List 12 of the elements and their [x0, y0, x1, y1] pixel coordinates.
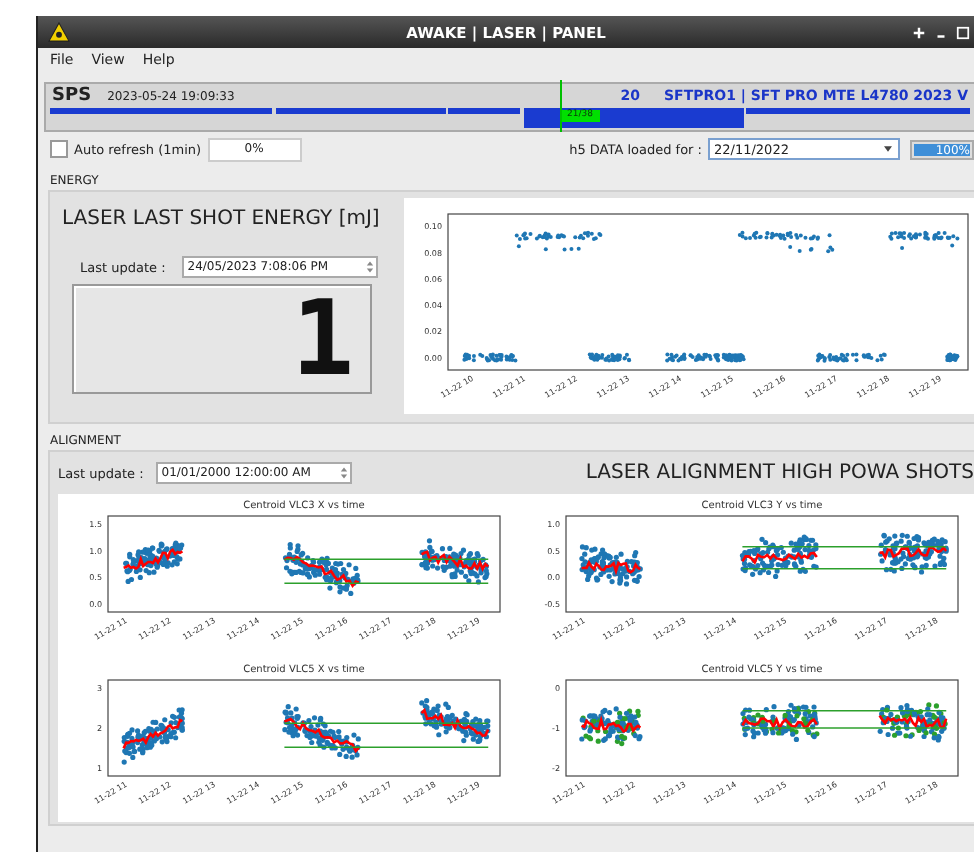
cycle-marker [560, 80, 562, 132]
machine-label: SPS [52, 86, 92, 106]
checkbox[interactable] [50, 140, 68, 158]
spin-arrows-icon [365, 260, 374, 274]
lcd-digit: 1 [291, 287, 354, 391]
cycle-segment [448, 108, 520, 114]
caret-icon [884, 146, 892, 152]
maximize-icon[interactable] [956, 25, 970, 39]
panel-title: LASER LAST SHOT ENERGY [mJ] [62, 206, 380, 232]
spin-arrows-icon [339, 466, 348, 480]
warning-icon [48, 22, 70, 42]
panel-title: LASER ALIGNMENT HIGH POWA SHOTS [585, 462, 974, 484]
